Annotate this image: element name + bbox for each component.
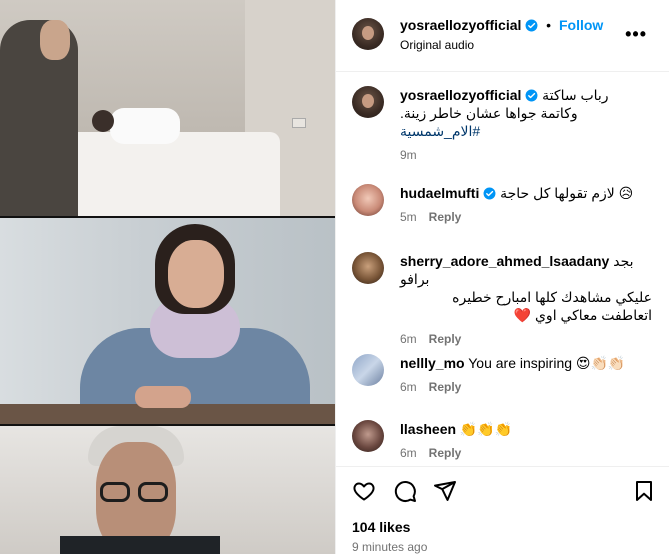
comment-time: 6m [400, 380, 417, 394]
verified-icon [483, 187, 496, 200]
comment-body: nellly_mo You are inspiring 😍👏🏻👏🏻 6m Repl… [400, 354, 652, 394]
verified-icon [525, 19, 538, 32]
frame-bed [60, 132, 280, 216]
verified-icon [525, 89, 538, 102]
avatar[interactable] [352, 420, 384, 452]
caption-text-line2: وكاتمة جواها عشان خاطر زينة. [400, 105, 578, 121]
comment-text: You are inspiring 😍👏🏻👏🏻 [468, 355, 626, 371]
comment-line: nellly_mo You are inspiring 😍👏🏻👏🏻 [400, 354, 652, 372]
comment-username[interactable]: nellly_mo [400, 355, 465, 371]
comment-meta: 6m Reply [400, 380, 652, 394]
comment-time: 6m [400, 332, 417, 346]
reply-button[interactable]: Reply [429, 332, 462, 346]
comment-time: 5m [400, 210, 417, 224]
comment-username[interactable]: sherry_adore_ahmed_lsaadany [400, 253, 609, 269]
frame-girl-face [168, 240, 224, 308]
media-frame-bedroom [0, 0, 335, 216]
header-user-line: yosraellozyofficial • Follow [400, 17, 603, 33]
comment-meta: 6m Reply [400, 332, 652, 346]
reply-button[interactable]: Reply [429, 210, 462, 224]
avatar[interactable] [352, 354, 384, 386]
reply-button[interactable]: Reply [429, 446, 462, 460]
comment-line: sherry_adore_ahmed_lsaadany بجد برافو [400, 252, 652, 288]
comment-meta: 6m Reply [400, 446, 652, 460]
comments-list[interactable]: yosraellozyofficial رباب ساكتة وكاتمة جو… [336, 72, 669, 466]
caption-text-line1: رباب ساكتة [542, 87, 609, 103]
comment-line: hudaelmufti لازم تقولها كل حاجة 😥 [400, 184, 652, 202]
media-frame-girl [0, 218, 335, 424]
comment-time: 6m [400, 446, 417, 460]
post-sidebar: yosraellozyofficial • Follow Original au… [335, 0, 669, 554]
comment-meta: 5m Reply [400, 210, 652, 224]
caption-hashtag[interactable]: #الام_شمسية [400, 122, 652, 140]
frame-woman-face [40, 20, 70, 60]
frame-sleeping-person [92, 110, 114, 132]
comment-line: llasheen 👏👏👏 [400, 420, 652, 438]
comment-body: llasheen 👏👏👏 6m Reply [400, 420, 652, 460]
comment-body: sherry_adore_ahmed_lsaadany بجد برافو عل… [400, 252, 652, 346]
comment-username[interactable]: llasheen [400, 421, 456, 437]
header-username[interactable]: yosraellozyofficial [400, 17, 521, 33]
caption-username[interactable]: yosraellozyofficial [400, 87, 521, 103]
avatar[interactable] [352, 184, 384, 216]
post-timestamp[interactable]: 9 minutes ago [352, 540, 427, 554]
caption-time: 9m [400, 148, 417, 162]
frame-outlet [292, 118, 306, 128]
frame-pillow [110, 108, 180, 144]
likes-count[interactable]: 104 likes [352, 519, 410, 535]
frame-man-glasses [100, 482, 172, 502]
audio-link[interactable]: Original audio [400, 38, 474, 52]
caption-body: yosraellozyofficial رباب ساكتة وكاتمة جو… [400, 86, 652, 162]
media-frame-man [0, 426, 335, 554]
comment-body: hudaelmufti لازم تقولها كل حاجة 😥 5m Repl… [400, 184, 652, 224]
comment-text: لازم تقولها كل حاجة 😥 [500, 185, 634, 201]
comment-text: 👏👏👏 [459, 421, 513, 437]
heart-icon[interactable] [352, 479, 376, 503]
follow-button[interactable]: Follow [559, 17, 603, 33]
more-icon[interactable]: ••• [625, 24, 647, 44]
action-bar: 104 likes 9 minutes ago [336, 466, 669, 554]
reply-button[interactable]: Reply [429, 380, 462, 394]
post-header: yosraellozyofficial • Follow Original au… [336, 0, 669, 72]
caption-first-line: yosraellozyofficial رباب ساكتة [400, 86, 652, 104]
frame-girl-hands [135, 386, 191, 408]
comment-text: عليكي مشاهدك كلها امبارح خطيره اتعاطفت م… [452, 289, 652, 323]
post-media[interactable] [0, 0, 335, 554]
share-icon[interactable] [433, 479, 457, 503]
avatar[interactable] [352, 18, 384, 50]
bookmark-icon[interactable] [632, 479, 656, 503]
comment-icon[interactable] [393, 479, 417, 503]
avatar[interactable] [352, 252, 384, 284]
comment-username[interactable]: hudaelmufti [400, 185, 479, 201]
separator-dot: • [546, 17, 552, 33]
frame-man-coat [60, 536, 220, 554]
avatar[interactable] [352, 86, 384, 118]
